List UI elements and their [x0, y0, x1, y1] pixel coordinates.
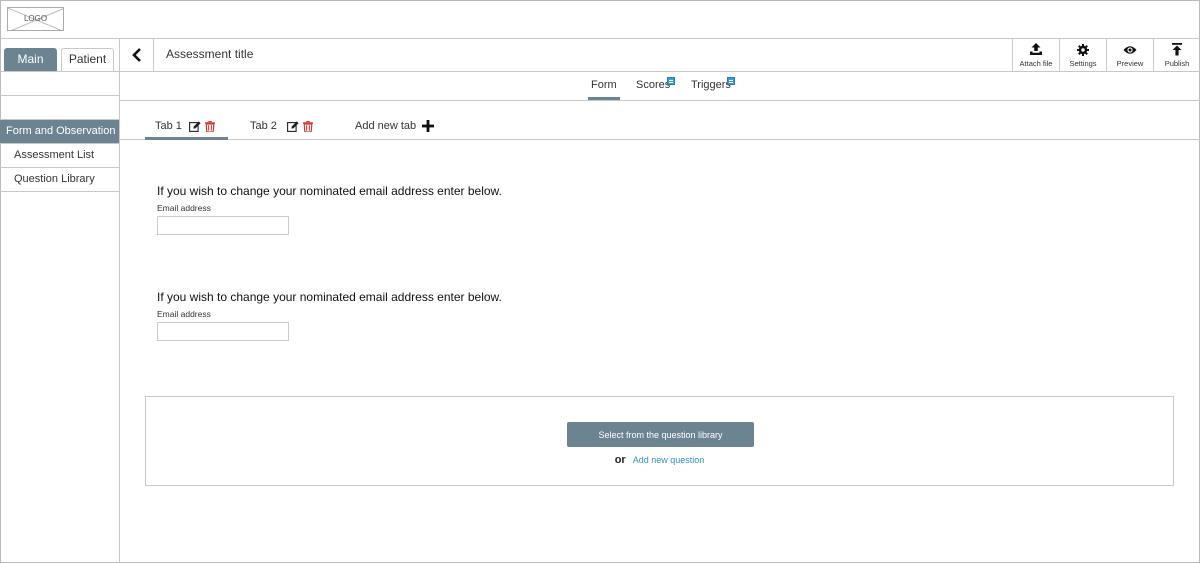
settings-label: Settings: [1069, 59, 1097, 68]
field-label: Email address: [157, 309, 211, 319]
publish-button[interactable]: Publish: [1153, 39, 1200, 71]
top-bar: LOGO: [0, 0, 1200, 39]
publish-label: Publish: [1164, 59, 1190, 68]
tab-scores-label: Scores: [636, 79, 671, 91]
trash-icon[interactable]: [205, 121, 215, 132]
attach-file-label: Attach file: [1019, 59, 1053, 68]
tab-form-label: Form: [591, 79, 617, 91]
upload-icon: [1030, 43, 1042, 55]
sidebar-empty-row: [0, 72, 119, 96]
question-block: If you wish to change your nominated ema…: [157, 184, 502, 235]
sidebar-item-assessment-list[interactable]: Assessment List: [0, 144, 119, 168]
tab-patient[interactable]: Patient: [61, 48, 114, 71]
gear-icon: [1077, 43, 1089, 56]
plus-icon[interactable]: [422, 120, 434, 132]
attach-file-button[interactable]: Attach file: [1012, 39, 1059, 71]
sidebar-section-form-and-observation[interactable]: Form and Observation: [0, 120, 119, 144]
eye-icon: [1123, 45, 1137, 54]
sidebar-tabs: Main Patient: [0, 39, 119, 72]
form-tab-2[interactable]: Tab 2: [250, 120, 277, 132]
field-label: Email address: [157, 203, 211, 213]
preview-label: Preview: [1116, 59, 1144, 68]
view-tabs: Form Scores Triggers: [120, 72, 1200, 101]
page-title: Assessment title: [166, 47, 254, 61]
form-tabs: Tab 1 Tab 2 Add new tab: [120, 101, 1200, 140]
preview-button[interactable]: Preview: [1106, 39, 1153, 71]
tab-triggers[interactable]: Triggers: [691, 77, 735, 91]
sidebar-item-question-library[interactable]: Question Library: [0, 168, 119, 192]
question-text: If you wish to change your nominated ema…: [157, 290, 502, 304]
back-button[interactable]: [120, 39, 154, 71]
active-tab-indicator: [145, 137, 228, 140]
trash-icon[interactable]: [303, 121, 313, 132]
edit-icon[interactable]: [287, 121, 299, 132]
tab-scores[interactable]: Scores: [636, 77, 675, 91]
header: Assessment title Attach file Settings Pr…: [120, 39, 1200, 72]
sidebar-empty-row: [0, 96, 119, 120]
add-new-question-link[interactable]: Add new question: [633, 455, 705, 465]
edit-icon[interactable]: [189, 121, 201, 132]
question-text: If you wish to change your nominated ema…: [157, 184, 502, 198]
toolbar: Attach file Settings Preview Publish: [1012, 39, 1200, 71]
add-new-tab-label[interactable]: Add new tab: [355, 120, 416, 132]
select-from-library-button[interactable]: Select from the question library: [567, 422, 754, 447]
or-text: or: [614, 454, 626, 466]
settings-button[interactable]: Settings: [1059, 39, 1106, 71]
form-tab-1[interactable]: Tab 1: [155, 120, 182, 132]
tab-triggers-label: Triggers: [691, 79, 731, 91]
add-question-row: or Add new question: [146, 454, 1173, 466]
add-question-panel: Select from the question library or Add …: [145, 396, 1174, 486]
publish-icon: [1172, 43, 1182, 56]
email-field[interactable]: [157, 216, 289, 235]
logo-text: LOGO: [23, 14, 48, 23]
note-badge-icon: [667, 77, 675, 85]
question-block: If you wish to change your nominated ema…: [157, 290, 502, 341]
sidebar: Main Patient Form and Observation Assess…: [0, 39, 120, 563]
chevron-left-icon: [131, 48, 141, 62]
tab-form[interactable]: Form: [588, 79, 620, 100]
note-badge-icon: [727, 77, 735, 85]
email-field[interactable]: [157, 322, 289, 341]
tab-main[interactable]: Main: [4, 48, 57, 71]
logo: LOGO: [7, 7, 64, 31]
